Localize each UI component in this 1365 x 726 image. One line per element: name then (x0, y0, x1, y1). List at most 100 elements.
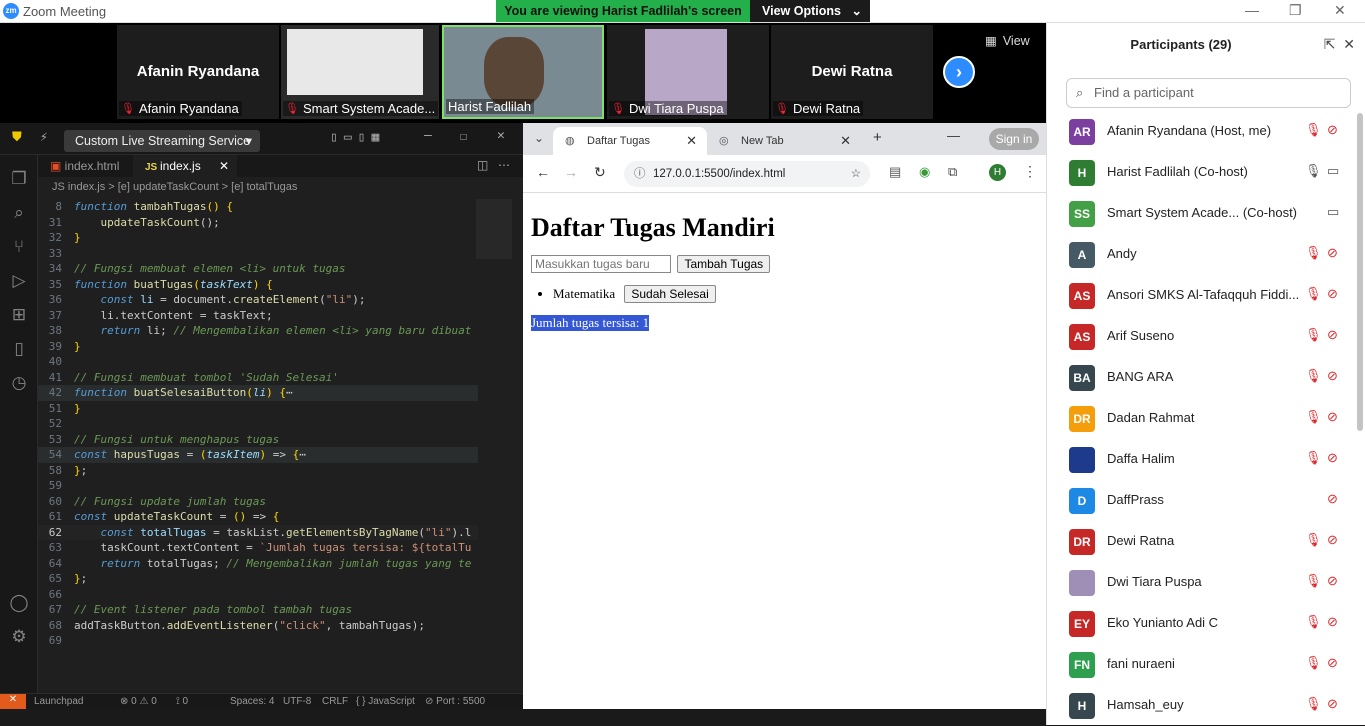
restore-icon[interactable]: ❐ (1289, 2, 1302, 19)
close-tab-icon[interactable]: ✕ (219, 155, 229, 177)
tab-daftar-tugas[interactable]: ◍ Daftar Tugas ✕ (553, 127, 707, 155)
problems-status[interactable]: ⊗ 0 ⚠ 0 (120, 696, 157, 707)
participant-row[interactable]: A Andy 🎙 ⊘ (1047, 234, 1357, 275)
extension-icon[interactable]: ▤ (889, 164, 901, 180)
eol-status[interactable]: CRLF (322, 696, 348, 707)
close-icon[interactable]: ✕ (1334, 2, 1346, 19)
tab-search-icon[interactable]: ⌄ (534, 131, 544, 145)
run-debug-icon[interactable]: ▷ (0, 271, 38, 291)
popout-icon[interactable]: ⇱ (1324, 36, 1336, 52)
ports-status[interactable]: ⟟ 0 (176, 696, 188, 707)
minimize-icon[interactable]: — (1245, 2, 1259, 18)
participant-row[interactable]: EY Eko Yunianto Adi C 🎙 ⊘ (1047, 603, 1357, 644)
code-line: 37 li.textContent = taskText; (48, 308, 273, 322)
participant-row[interactable]: SS Smart System Acade... (Co-host) ▭ (1047, 193, 1357, 234)
participant-row[interactable]: DR Dewi Ratna 🎙 ⊘ (1047, 521, 1357, 562)
tile-label: 🎙 Dwi Tiara Puspa (609, 101, 727, 116)
video-tile[interactable]: Harist Fadlilah (442, 25, 604, 119)
indent-status[interactable]: Spaces: 4 (230, 696, 274, 707)
language-status[interactable]: { } JavaScript (356, 696, 415, 707)
encoding-status[interactable]: UTF-8 (283, 696, 311, 707)
video-off-icon: ⊘ (1327, 696, 1338, 711)
video-off-icon: ⊘ (1327, 245, 1338, 260)
close-icon[interactable]: ✕ (497, 128, 505, 143)
done-button[interactable]: Sudah Selesai (624, 285, 716, 303)
code-editor[interactable]: 8 function tambahTugas() { 31 updateTaskC… (38, 199, 478, 649)
scrollbar[interactable] (1357, 113, 1363, 431)
video-tile[interactable]: 🎙 Smart System Acade... (281, 25, 439, 119)
remote-indicator[interactable]: ✕ (0, 694, 26, 710)
video-tile[interactable]: 🎙 Dwi Tiara Puspa (607, 25, 769, 119)
sign-in-button[interactable]: Sign in (989, 128, 1039, 150)
video-tile[interactable]: Afanin Ryandana 🎙 Afanin Ryandana (117, 25, 279, 119)
custom-streaming-button[interactable]: Custom Live Streaming Service ▾ (64, 130, 260, 152)
minimize-icon[interactable]: — (424, 128, 432, 143)
participant-name: DaffPrass (1107, 492, 1164, 507)
account-icon[interactable]: ◯ (0, 593, 38, 613)
code-line: 35 function buatTugas(taskText) { (48, 277, 273, 291)
close-tab-icon[interactable]: ✕ (840, 127, 851, 155)
tab-new-tab[interactable]: ◎ New Tab ✕ (707, 127, 861, 155)
minimize-icon[interactable]: — (947, 128, 960, 143)
tab-index-html[interactable]: ▣ index.html (38, 155, 130, 177)
video-tile[interactable]: Dewi Ratna 🎙 Dewi Ratna (771, 25, 933, 119)
participant-list: AR Afanin Ryandana (Host, me) 🎙 ⊘ H Harist Fa… (1047, 111, 1357, 726)
maximize-icon[interactable]: ☐ (460, 129, 467, 143)
participant-row[interactable]: D DaffPrass ⊘ (1047, 480, 1357, 521)
remote-icon[interactable]: ▯ (0, 339, 38, 359)
more-actions-icon[interactable]: ⋯ (498, 158, 510, 172)
live-server-port[interactable]: ⊘ Port : 5500 (425, 696, 485, 707)
menu-kebab-icon[interactable]: ⋮ (1023, 163, 1037, 180)
timeline-icon[interactable]: ◷ (0, 373, 38, 393)
back-icon[interactable]: ← (536, 164, 550, 180)
view-options-button[interactable]: View Options ⌄ (750, 0, 870, 22)
participant-row[interactable]: H Harist Fadlilah (Co-host) 🎙 ▭ (1047, 152, 1357, 193)
code-line: 61 const updateTaskCount = () => { (48, 510, 280, 523)
profile-avatar[interactable]: H (989, 164, 1006, 181)
participant-row[interactable]: Dwi Tiara Puspa 🎙 ⊘ (1047, 562, 1357, 603)
avatar: A (1069, 242, 1095, 268)
avatar: DR (1069, 529, 1095, 555)
search-icon[interactable]: ⌕ (0, 203, 38, 223)
bookmark-star-icon[interactable]: ☆ (851, 161, 861, 187)
participant-row[interactable]: Daffa Halim 🎙 ⊘ (1047, 439, 1357, 480)
participant-row[interactable]: FN fani nuraeni 🎙 ⊘ (1047, 644, 1357, 685)
participant-row[interactable]: BA BANG ARA 🎙 ⊘ (1047, 357, 1357, 398)
forward-icon[interactable]: → (564, 164, 578, 180)
code-line: 42 function buatSelesaiButton(li) {⋯ (38, 385, 478, 401)
participant-row[interactable]: DR Dadan Rahmat 🎙 ⊘ (1047, 398, 1357, 439)
explorer-icon[interactable]: ❐ (0, 169, 38, 189)
search-icon: ⌕ (1076, 85, 1084, 100)
participant-search[interactable]: ⌕ Find a participant (1066, 78, 1351, 108)
view-button[interactable]: ▦ View (985, 33, 1030, 49)
extensions-icon[interactable]: ⊞ (0, 305, 38, 325)
eye-extension-icon[interactable]: ◉ (919, 164, 930, 180)
address-bar[interactable]: ⓘ 127.0.0.1:5500/index.html ☆ (624, 161, 870, 187)
participant-video (484, 37, 544, 107)
next-page-button[interactable]: › (943, 56, 975, 88)
split-editor-icon[interactable]: ◫ (477, 158, 488, 172)
site-info-icon[interactable]: ⓘ (634, 161, 646, 187)
minimap[interactable] (476, 199, 512, 259)
settings-gear-icon[interactable]: ⚙ (0, 627, 38, 647)
participant-row[interactable]: AS Arif Suseno 🎙 ⊘ (1047, 316, 1357, 357)
launchpad-status[interactable]: Launchpad (34, 696, 84, 707)
avatar: AR (1069, 119, 1095, 145)
close-icon[interactable]: ✕ (1343, 36, 1355, 52)
avatar: EY (1069, 611, 1095, 637)
new-tab-icon[interactable]: + (873, 129, 882, 146)
avatar (1069, 570, 1095, 596)
task-input[interactable] (531, 255, 671, 273)
close-tab-icon[interactable]: ✕ (686, 127, 697, 155)
source-control-icon[interactable]: ⑂ (0, 237, 38, 257)
add-task-button[interactable]: Tambah Tugas (677, 255, 771, 273)
participant-row[interactable]: AS Ansori SMKS Al-Tafaqquh Fiddi... 🎙 ⊘ (1047, 275, 1357, 316)
reload-icon[interactable]: ↻ (594, 164, 606, 181)
participant-row[interactable]: H Hamsah_euy 🎙 ⊘ (1047, 685, 1357, 726)
tab-index-js[interactable]: JS index.js ✕ (133, 155, 237, 177)
participant-row[interactable]: AR Afanin Ryandana (Host, me) 🎙 ⊘ (1047, 111, 1357, 152)
layout-icons[interactable]: ▯▭▯▦ (330, 130, 385, 145)
mic-off-icon: 🎙 (775, 103, 789, 115)
puzzle-icon[interactable]: ⧉ (948, 164, 957, 180)
mic-muted-icon: 🎙 (1305, 245, 1322, 260)
